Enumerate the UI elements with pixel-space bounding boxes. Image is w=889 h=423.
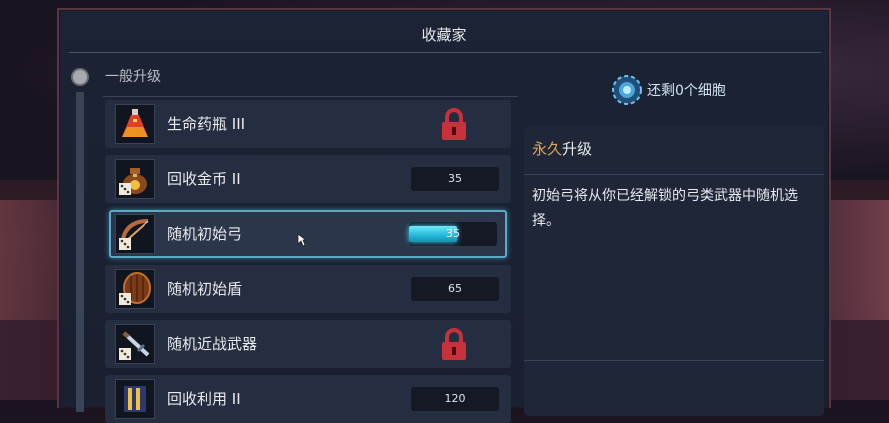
dice-icon	[119, 348, 131, 360]
list-item-random-melee[interactable]: 随机近战武器	[105, 320, 511, 368]
price-box: 120	[411, 387, 499, 411]
cells-remaining-label: 还剩0个细胞	[647, 83, 726, 99]
item-name: 随机初始弓	[167, 225, 243, 243]
cell-icon	[611, 74, 643, 106]
description-title: 永久升级	[532, 138, 592, 159]
bow-icon	[115, 214, 155, 254]
title-divider	[69, 52, 821, 53]
shield-icon	[115, 269, 155, 309]
description-title-accent: 永久	[532, 140, 563, 158]
collector-window: 收藏家 一般升级 生命药瓶 III 回收金币 II 35 随机初始弓 35 随机…	[57, 8, 831, 423]
flask-icon	[115, 104, 155, 144]
mouse-cursor-icon	[297, 232, 308, 247]
description-divider	[524, 174, 824, 175]
item-name: 回收利用 II	[167, 390, 241, 408]
item-name: 随机近战武器	[167, 335, 258, 353]
price-box: 35	[411, 167, 499, 191]
dice-icon	[119, 238, 131, 250]
price-box: 65	[411, 277, 499, 301]
list-item-recycling[interactable]: 回收利用 II 120	[105, 375, 511, 423]
category-label: 一般升级	[105, 69, 161, 85]
scrollbar-thumb[interactable]	[76, 92, 84, 412]
description-bottom-divider	[524, 360, 824, 361]
lock-icon	[440, 108, 468, 142]
description-panel: 永久升级 初始弓将从你已经解锁的弓类武器中随机选择。	[524, 126, 824, 416]
list-item-random-shield[interactable]: 随机初始盾 65	[105, 265, 511, 313]
list-item-recycle-gold[interactable]: 回收金币 II 35	[105, 155, 511, 203]
dice-icon	[119, 293, 131, 305]
list-item-random-bow[interactable]: 随机初始弓 35	[109, 210, 507, 258]
list-item-health-flask[interactable]: 生命药瓶 III	[105, 100, 511, 148]
lock-icon	[440, 328, 468, 362]
description-text: 初始弓将从你已经解锁的弓类武器中随机选择。	[532, 188, 798, 229]
recycle-icon	[115, 379, 155, 419]
window-title: 收藏家	[421, 26, 467, 44]
description-title-rest: 升级	[562, 140, 593, 158]
item-name: 随机初始盾	[167, 280, 243, 298]
sword-icon	[115, 324, 155, 364]
price-text: 35	[446, 227, 460, 240]
money-bag-icon	[115, 159, 155, 199]
item-name: 回收金币 II	[167, 170, 241, 188]
price-progress-box[interactable]: 35	[409, 222, 497, 246]
category-divider	[103, 96, 518, 97]
dice-icon	[119, 183, 131, 195]
category-bullet-icon	[71, 68, 89, 86]
item-name: 生命药瓶 III	[167, 115, 246, 133]
